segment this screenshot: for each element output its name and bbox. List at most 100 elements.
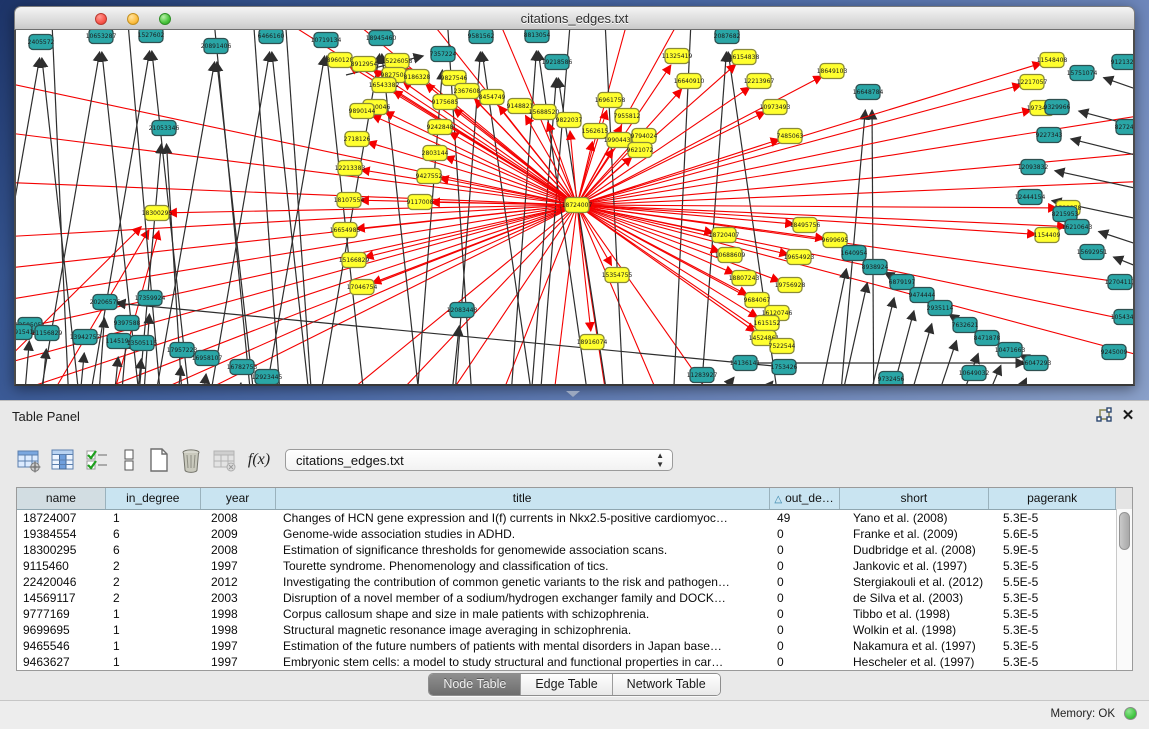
cell-title[interactable]: Corpus callosum shape and size in male p… — [276, 606, 771, 622]
cell-pagerank[interactable]: 5.3E-5 — [991, 606, 1118, 622]
delete-table-disabled-icon[interactable] — [212, 447, 238, 473]
cell-in_degree[interactable]: 1 — [106, 510, 201, 526]
tab-node-table[interactable]: Node Table — [429, 674, 521, 695]
graph-edge[interactable] — [1071, 139, 1135, 165]
cell-short[interactable]: Yano et al. (2008) — [841, 510, 991, 526]
cell-pagerank[interactable]: 5.3E-5 — [991, 510, 1118, 526]
graph-edge[interactable] — [95, 318, 104, 386]
cell-in_degree[interactable]: 2 — [106, 558, 201, 574]
cell-name[interactable]: 9777169 — [17, 606, 106, 622]
cell-name[interactable]: 9115460 — [17, 558, 106, 574]
cell-out_de[interactable]: 0 — [771, 606, 841, 622]
delete-trash-icon[interactable] — [178, 447, 204, 473]
graph-edge[interactable] — [577, 180, 1135, 205]
network-canvas[interactable]: 1872400789601288912954152260589827508818… — [16, 30, 1135, 386]
cell-short[interactable]: Stergiakouli et al. (2012) — [841, 574, 991, 590]
cell-in_degree[interactable]: 1 — [106, 622, 201, 638]
cell-pagerank[interactable]: 5.5E-5 — [991, 574, 1118, 590]
cell-name[interactable]: 9463627 — [17, 654, 106, 670]
table-row[interactable]: 969969511998Structural magnetic resonanc… — [17, 622, 1132, 638]
cell-out_de[interactable]: 0 — [771, 526, 841, 542]
column-header-short[interactable]: short — [840, 488, 990, 509]
cell-out_de[interactable]: 0 — [771, 654, 841, 670]
cell-title[interactable]: Changes of HCN gene expression and I(f) … — [276, 510, 771, 526]
table-row[interactable]: 946362711997Embryonic stem cells: a mode… — [17, 654, 1132, 670]
memory-status-indicator[interactable] — [1124, 707, 1137, 720]
cell-year[interactable]: 1997 — [201, 638, 276, 654]
cell-name[interactable]: 22420046 — [17, 574, 106, 590]
cell-in_degree[interactable]: 1 — [106, 654, 201, 670]
cell-name[interactable]: 14569117 — [17, 590, 106, 606]
cell-year[interactable]: 2008 — [201, 510, 276, 526]
graph-edge[interactable] — [716, 381, 773, 386]
column-header-name[interactable]: name — [17, 488, 106, 509]
cell-title[interactable]: Genome-wide association studies in ADHD. — [276, 526, 771, 542]
graph-edge[interactable] — [1104, 78, 1135, 103]
new-table-icon[interactable] — [146, 447, 172, 473]
graph-edge[interactable] — [31, 230, 149, 386]
cell-in_degree[interactable]: 6 — [106, 526, 201, 542]
cell-title[interactable]: Embryonic stem cells: a model to study s… — [276, 654, 771, 670]
cell-in_degree[interactable]: 6 — [106, 542, 201, 558]
cell-year[interactable]: 2003 — [201, 590, 276, 606]
cell-short[interactable]: Tibbo et al. (1998) — [841, 606, 991, 622]
close-panel-icon[interactable]: ✕ — [1119, 407, 1137, 425]
cell-year[interactable]: 1997 — [201, 558, 276, 574]
cell-short[interactable]: Hescheler et al. (1997) — [841, 654, 991, 670]
graph-edge[interactable] — [577, 110, 1135, 205]
cell-short[interactable]: de Silva et al. (2003) — [841, 590, 991, 606]
table-row[interactable]: 1830029562008Estimation of significance … — [17, 542, 1132, 558]
graph-edge[interactable] — [252, 30, 284, 386]
graph-edge[interactable] — [577, 205, 591, 331]
scrollbar-thumb[interactable] — [1119, 512, 1130, 550]
graph-edge[interactable] — [266, 205, 577, 386]
graph-edge[interactable] — [577, 205, 686, 386]
table-row[interactable]: 977716911998Corpus callosum shape and si… — [17, 606, 1132, 622]
window-titlebar[interactable]: citations_edges.txt — [14, 6, 1135, 30]
cell-name[interactable]: 19384554 — [17, 526, 106, 542]
cell-name[interactable]: 9465546 — [17, 638, 106, 654]
cell-pagerank[interactable]: 5.9E-5 — [991, 542, 1118, 558]
cell-out_de[interactable]: 0 — [771, 590, 841, 606]
cell-out_de[interactable]: 0 — [771, 622, 841, 638]
table-row[interactable]: 2242004622012Investigating the contribut… — [17, 574, 1132, 590]
table-vertical-scrollbar[interactable] — [1116, 509, 1132, 670]
graph-edge[interactable] — [809, 269, 846, 386]
graph-edge[interactable] — [232, 383, 241, 386]
graph-edge[interactable] — [20, 341, 29, 386]
cell-out_de[interactable]: 0 — [771, 574, 841, 590]
graph-edge[interactable] — [577, 205, 794, 224]
cell-short[interactable]: Franke et al. (2009) — [841, 526, 991, 542]
cell-pagerank[interactable]: 5.6E-5 — [991, 526, 1118, 542]
cell-name[interactable]: 18300295 — [17, 542, 106, 558]
cell-pagerank[interactable]: 5.3E-5 — [991, 558, 1118, 574]
cell-title[interactable]: Disruption of a novel member of a sodium… — [276, 590, 771, 606]
graph-edge[interactable] — [368, 142, 577, 205]
graph-edge[interactable] — [577, 205, 1057, 208]
cell-year[interactable]: 2012 — [201, 574, 276, 590]
graph-edge[interactable] — [577, 205, 720, 252]
graph-edge[interactable] — [991, 378, 1026, 386]
function-builder-icon[interactable]: f(x) — [246, 447, 272, 473]
graph-edge[interactable] — [197, 374, 206, 386]
cell-year[interactable]: 1998 — [201, 606, 276, 622]
column-header-year[interactable]: year — [201, 488, 276, 509]
cell-year[interactable]: 2009 — [201, 526, 276, 542]
cell-out_de[interactable]: 49 — [771, 510, 841, 526]
tab-edge-table[interactable]: Edge Table — [521, 674, 612, 695]
cell-in_degree[interactable]: 2 — [106, 590, 201, 606]
cell-in_degree[interactable]: 1 — [106, 638, 201, 654]
column-header-in_degree[interactable]: in_degree — [106, 488, 201, 509]
cell-short[interactable]: Wolkin et al. (1998) — [841, 622, 991, 638]
table-settings-icon[interactable] — [16, 447, 42, 473]
column-header-title[interactable]: title — [276, 488, 770, 509]
table-row[interactable]: 1872400712008Changes of HCN gene express… — [17, 510, 1132, 526]
cell-year[interactable]: 2008 — [201, 542, 276, 558]
graph-edge[interactable] — [697, 52, 726, 386]
pane-divider-handle[interactable] — [566, 391, 580, 397]
table-row[interactable]: 1938455462009Genome-wide association stu… — [17, 526, 1132, 542]
row-select-checks-icon[interactable] — [84, 447, 110, 473]
cell-out_de[interactable]: 0 — [771, 542, 841, 558]
column-select-icon[interactable] — [50, 447, 76, 473]
cell-year[interactable]: 1997 — [201, 654, 276, 670]
